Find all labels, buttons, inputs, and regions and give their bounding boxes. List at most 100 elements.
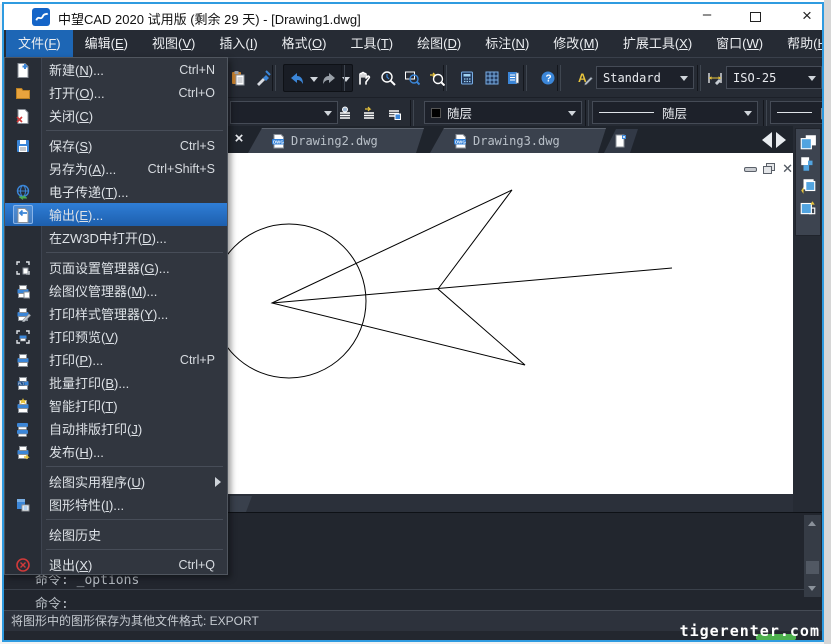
menubar-item-modify[interactable]: 修改(M) (541, 30, 611, 57)
layer-states-button[interactable] (382, 101, 406, 125)
menubar-item-draw[interactable]: 绘图(D) (405, 30, 473, 57)
document-tab-drawing2[interactable]: DWGDrawing2.dwg (248, 128, 424, 153)
tab-scroll-right-icon[interactable] (776, 132, 786, 148)
menu-item-close[interactable]: 关闭(C) (5, 104, 227, 127)
draworder-back-button[interactable] (799, 155, 817, 173)
draworder-under-button[interactable] (799, 199, 817, 217)
menu-item-label: 退出(X) (49, 555, 92, 574)
menu-item-exit[interactable]: 退出(X)Ctrl+Q (5, 553, 227, 576)
screen: 中望CAD 2020 试用版 (剩余 29 天) - [Drawing1.dwg… (0, 0, 831, 644)
draworder-front-button[interactable] (799, 133, 817, 151)
help-button[interactable]: ? (536, 66, 560, 90)
no-icon (13, 472, 33, 491)
new-file-icon (13, 60, 33, 79)
menu-item-publish[interactable]: 发布(H)... (5, 440, 227, 463)
menu-item-shortcut: Ctrl+Shift+S (148, 162, 215, 176)
calculator-button[interactable] (455, 66, 479, 90)
draworder-above-button[interactable] (799, 177, 817, 195)
menu-item-label: 页面设置管理器(G)... (49, 258, 170, 277)
open-folder-icon (13, 83, 33, 102)
color-dropdown[interactable]: 随层 (424, 101, 582, 124)
scroll-down-icon[interactable] (808, 586, 816, 591)
menubar-item-tools[interactable]: 工具(T) (338, 30, 405, 57)
text-style-dropdown[interactable]: Standard (596, 66, 694, 89)
tab-scroll-left-icon[interactable] (762, 132, 772, 148)
scroll-up-icon[interactable] (808, 521, 816, 526)
pan-button[interactable] (351, 66, 375, 90)
model-tab[interactable] (230, 496, 252, 512)
layer-previous-button[interactable] (357, 101, 381, 125)
menu-item-open-in-zw3d[interactable]: 在ZW3D中打开(D)... (5, 226, 227, 249)
menubar-item-window[interactable]: 窗口(W) (704, 30, 775, 57)
format-painter-button[interactable] (251, 66, 275, 90)
app-logo-icon (32, 8, 50, 26)
menu-item-plotter-manager[interactable]: 绘图仪管理器(M)... (5, 279, 227, 302)
layer-manager-button[interactable] (333, 101, 357, 125)
menu-separator (5, 463, 227, 470)
properties-button[interactable] (501, 66, 525, 90)
toolbar-separator (585, 100, 589, 126)
redo-button[interactable] (317, 67, 341, 91)
menubar-item-insert[interactable]: 插入(I) (207, 30, 269, 57)
smart-print-icon (13, 396, 33, 415)
command-scrollbar[interactable] (804, 515, 821, 597)
lineweight-value: 随 (820, 103, 824, 122)
text-style-button[interactable]: A (573, 66, 597, 90)
menu-item-drawing-properties[interactable]: 图形特性(I)... (5, 493, 227, 516)
maximize-icon (750, 12, 761, 22)
zoom-window-button[interactable] (400, 66, 424, 90)
menu-item-label: 自动排版打印(J) (49, 419, 142, 438)
menu-item-drawing-history[interactable]: 绘图历史 (5, 523, 227, 546)
menu-item-save[interactable]: 保存(S)Ctrl+S (5, 134, 227, 157)
document-tab-drawing3[interactable]: DWGDrawing3.dwg (430, 128, 606, 153)
dim-style-value: ISO-25 (733, 71, 776, 85)
menu-item-new[interactable]: 新建(N)...Ctrl+N (5, 58, 227, 81)
close-document-button[interactable]: × (230, 130, 248, 148)
menubar-item-help[interactable]: 帮助(H) (775, 30, 824, 57)
close-button[interactable]: × (790, 4, 824, 30)
minimize-button[interactable]: – (690, 4, 724, 30)
menu-item-smart-print[interactable]: 智能打印(T) (5, 394, 227, 417)
menu-item-export[interactable]: 输出(E)... (5, 203, 227, 226)
menubar-item-edit[interactable]: 编辑(E) (73, 30, 140, 57)
undo-button[interactable] (285, 67, 309, 91)
maximize-button[interactable] (740, 4, 774, 30)
new-tab-button[interactable] (604, 129, 638, 153)
menu-item-etransmit[interactable]: 电子传递(T)... (5, 180, 227, 203)
linetype-dropdown[interactable]: 随层 (592, 101, 758, 124)
menu-item-label: 关闭(C) (49, 106, 93, 125)
publish-icon (13, 442, 33, 461)
mdi-close-icon[interactable]: ✕ (782, 163, 793, 175)
zoom-realtime-button[interactable] (376, 66, 400, 90)
menu-item-batch-print[interactable]: PLT批量打印(B)... (5, 371, 227, 394)
paste-button[interactable] (226, 66, 250, 90)
menubar-item-express[interactable]: 扩展工具(X) (611, 30, 704, 57)
dim-style-button[interactable] (703, 66, 727, 90)
menubar-item-dimension[interactable]: 标注(N) (473, 30, 541, 57)
menu-item-page-setup-manager[interactable]: 页面设置管理器(G)... (5, 256, 227, 279)
menu-item-print[interactable]: 打印(P)...Ctrl+P (5, 348, 227, 371)
menu-item-plot-style-manager[interactable]: 打印样式管理器(Y)... (5, 302, 227, 325)
print-icon (13, 350, 33, 369)
lineweight-dropdown[interactable]: 随 (770, 101, 824, 124)
mdi-restore-icon[interactable] (763, 163, 776, 175)
menu-item-drawing-utilities[interactable]: 绘图实用程序(U) (5, 470, 227, 493)
menu-item-open[interactable]: 打开(O)...Ctrl+O (5, 81, 227, 104)
drawing-canvas[interactable] (228, 153, 793, 494)
menubar-item-file[interactable]: 文件(F) (6, 30, 73, 57)
zoom-previous-button[interactable] (425, 66, 449, 90)
menu-item-label: 打印(P)... (49, 350, 103, 369)
menubar-item-format[interactable]: 格式(O) (270, 30, 339, 57)
chevron-down-icon (808, 76, 816, 81)
menu-item-save-as[interactable]: 另存为(A)...Ctrl+Shift+S (5, 157, 227, 180)
menu-item-print-preview[interactable]: 打印预览(V) (5, 325, 227, 348)
watermark-text: tigerenter.com (680, 622, 820, 640)
mdi-minimize-icon[interactable] (744, 167, 757, 172)
plot-style-icon (13, 304, 33, 323)
layer-dropdown[interactable] (230, 101, 338, 124)
chevron-down-icon (324, 111, 332, 116)
menu-item-auto-layout-print[interactable]: 自动排版打印(J) (5, 417, 227, 440)
scrollbar-thumb[interactable] (806, 561, 819, 574)
menubar-item-view[interactable]: 视图(V) (140, 30, 207, 57)
dim-style-dropdown[interactable]: ISO-25 (726, 66, 822, 89)
